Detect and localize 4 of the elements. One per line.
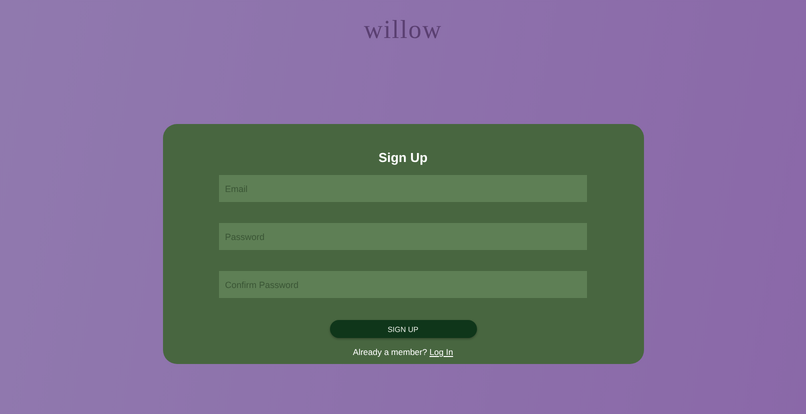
form-title: Sign Up (378, 150, 428, 166)
login-prompt: Already a member? Log In (352, 347, 454, 357)
logo: willow (364, 14, 442, 46)
login-link[interactable]: Log In (429, 347, 454, 357)
